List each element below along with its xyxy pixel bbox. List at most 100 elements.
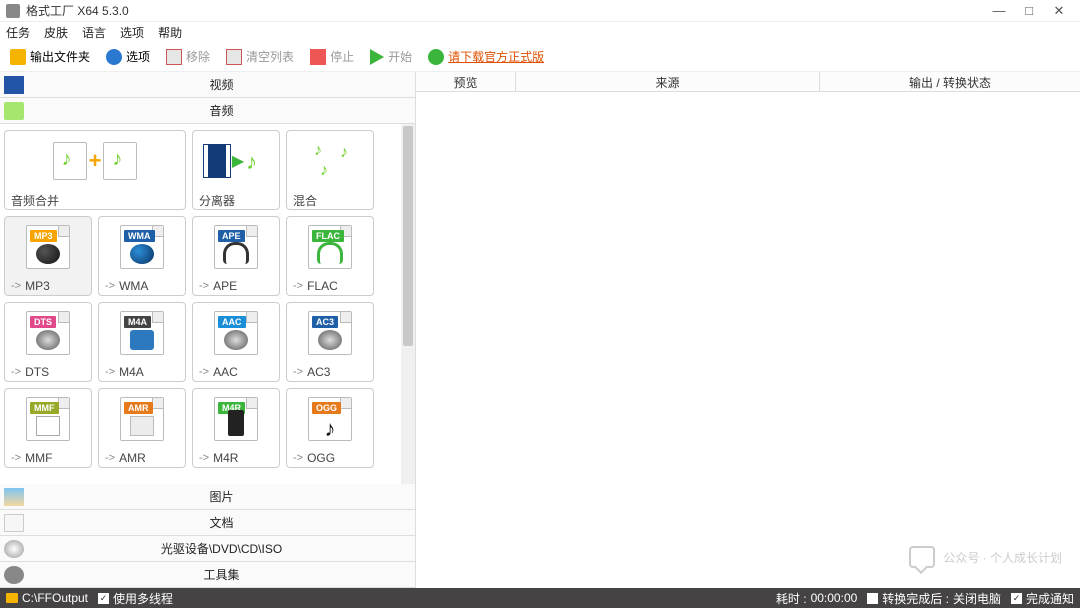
tile-splitter[interactable]: ▶♪ 分离器 — [192, 130, 280, 210]
mix-icon: ♪♪♪ — [310, 142, 350, 180]
status-multithread[interactable]: ✓使用多线程 — [98, 590, 173, 607]
clear-label: 清空列表 — [246, 48, 294, 65]
category-document[interactable]: 文档 — [0, 510, 415, 536]
tile-format-dts[interactable]: DTS ->DTS — [4, 302, 92, 382]
statusbar: C:\FFOutput ✓使用多线程 耗时 :00:00:00 转换完成后 :关… — [0, 588, 1080, 608]
category-audio[interactable]: 音频 — [0, 98, 415, 124]
format-label: AMR — [119, 451, 146, 465]
scrollbar-thumb[interactable] — [403, 126, 413, 346]
arrow-icon: -> — [11, 366, 21, 378]
menu-help[interactable]: 帮助 — [158, 24, 182, 41]
category-tools[interactable]: 工具集 — [0, 562, 415, 588]
left-panel: 视频 音频 + 音频合并 ▶♪ 分离器 ♪♪♪ 混合 MP3 ->MP3 WMA — [0, 72, 416, 588]
category-video[interactable]: 视频 — [0, 72, 415, 98]
status-notify[interactable]: ✓完成通知 — [1011, 590, 1074, 607]
close-button[interactable]: ✕ — [1044, 3, 1074, 19]
start-button[interactable]: 开始 — [366, 46, 416, 67]
category-disc[interactable]: 光驱设备\DVD\CD\ISO — [0, 536, 415, 562]
output-path-text: C:\FFOutput — [22, 591, 88, 605]
file-card-icon: FLAC — [308, 225, 352, 269]
tool-icon — [4, 566, 24, 584]
maximize-button[interactable]: □ — [1014, 3, 1044, 18]
file-card-icon: DTS — [26, 311, 70, 355]
category-disc-label: 光驱设备\DVD\CD\ISO — [28, 540, 415, 557]
options-button[interactable]: 选项 — [102, 46, 154, 67]
tile-format-wma[interactable]: WMA ->WMA — [98, 216, 186, 296]
menu-language[interactable]: 语言 — [82, 24, 106, 41]
category-tools-label: 工具集 — [28, 566, 415, 583]
titlebar: 格式工厂 X64 5.3.0 — □ ✕ — [0, 0, 1080, 22]
format-label: M4A — [119, 365, 144, 379]
tile-format-flac[interactable]: FLAC -> FLAC — [286, 216, 374, 296]
folder-icon — [6, 593, 18, 603]
category-image[interactable]: 图片 — [0, 484, 415, 510]
column-headers: 预览 来源 输出 / 转换状态 — [416, 72, 1080, 92]
start-label: 开始 — [388, 48, 412, 65]
remove-label: 移除 — [186, 48, 210, 65]
status-elapsed: 耗时 :00:00:00 — [776, 590, 857, 607]
tile-mix-label: 混合 — [293, 192, 317, 209]
right-panel: 预览 来源 输出 / 转换状态 — [416, 72, 1080, 588]
elapsed-time: 00:00:00 — [811, 591, 858, 605]
globe-icon — [428, 49, 444, 65]
menu-skin[interactable]: 皮肤 — [44, 24, 68, 41]
stop-button[interactable]: 停止 — [306, 46, 358, 67]
remove-icon — [166, 49, 182, 65]
task-list-empty — [416, 92, 1080, 588]
audio-icon — [4, 102, 24, 120]
arrow-icon: -> — [293, 452, 303, 464]
tile-format-ogg[interactable]: OGG♪ ->OGG — [286, 388, 374, 468]
audio-grid: + 音频合并 ▶♪ 分离器 ♪♪♪ 混合 MP3 ->MP3 WMA ->WMA… — [0, 124, 415, 484]
format-label: OGG — [307, 451, 335, 465]
col-preview[interactable]: 预览 — [416, 72, 516, 91]
tile-mix[interactable]: ♪♪♪ 混合 — [286, 130, 374, 210]
tile-format-aac[interactable]: AAC ->AAC — [192, 302, 280, 382]
file-card-icon: APE — [214, 225, 258, 269]
folder-icon — [10, 49, 26, 65]
minimize-button[interactable]: — — [984, 3, 1014, 18]
col-source[interactable]: 来源 — [516, 72, 820, 91]
output-folder-button[interactable]: 输出文件夹 — [6, 46, 94, 67]
format-label: M4R — [213, 451, 238, 465]
tile-format-amr[interactable]: AMR ->AMR — [98, 388, 186, 468]
clear-button[interactable]: 清空列表 — [222, 46, 298, 67]
category-image-label: 图片 — [28, 488, 415, 505]
download-link[interactable]: 请下载官方正式版 — [424, 46, 548, 67]
tile-format-m4r[interactable]: M4R ->M4R — [192, 388, 280, 468]
merge-icon: + — [53, 142, 138, 180]
file-card-icon: M4A — [120, 311, 164, 355]
arrow-icon: -> — [293, 280, 303, 292]
notify-label: 完成通知 — [1026, 590, 1074, 607]
clear-icon — [226, 49, 242, 65]
menu-options[interactable]: 选项 — [120, 24, 144, 41]
file-card-icon: AC3 — [308, 311, 352, 355]
checkbox-icon — [867, 593, 878, 604]
tile-audio-merge[interactable]: + 音频合并 — [4, 130, 186, 210]
remove-button[interactable]: 移除 — [162, 46, 214, 67]
stop-icon — [310, 49, 326, 65]
stop-label: 停止 — [330, 48, 354, 65]
tile-format-m4a[interactable]: M4A -> M4A — [98, 302, 186, 382]
format-label: AC3 — [307, 365, 330, 379]
format-label: APE — [213, 279, 237, 293]
menubar: 任务 皮肤 语言 选项 帮助 — [0, 22, 1080, 42]
tile-format-ac3[interactable]: AC3 ->AC3 — [286, 302, 374, 382]
file-card-icon: MMF — [26, 397, 70, 441]
left-scrollbar[interactable] — [401, 124, 415, 484]
play-icon — [370, 49, 384, 65]
status-output-path[interactable]: C:\FFOutput — [6, 591, 88, 605]
multithread-label: 使用多线程 — [113, 590, 173, 607]
options-label: 选项 — [126, 48, 150, 65]
menu-task[interactable]: 任务 — [6, 24, 30, 41]
format-label: FLAC — [307, 279, 338, 293]
arrow-icon: -> — [11, 280, 21, 292]
image-icon — [4, 488, 24, 506]
status-after[interactable]: 转换完成后 :关闭电脑 — [867, 590, 1001, 607]
tile-format-ape[interactable]: APE ->APE — [192, 216, 280, 296]
document-icon — [4, 514, 24, 532]
col-output[interactable]: 输出 / 转换状态 — [820, 72, 1080, 91]
arrow-icon: -> — [105, 366, 115, 378]
file-card-icon: M4R — [214, 397, 258, 441]
tile-format-mp3[interactable]: MP3 ->MP3 — [4, 216, 92, 296]
tile-format-mmf[interactable]: MMF ->MMF — [4, 388, 92, 468]
